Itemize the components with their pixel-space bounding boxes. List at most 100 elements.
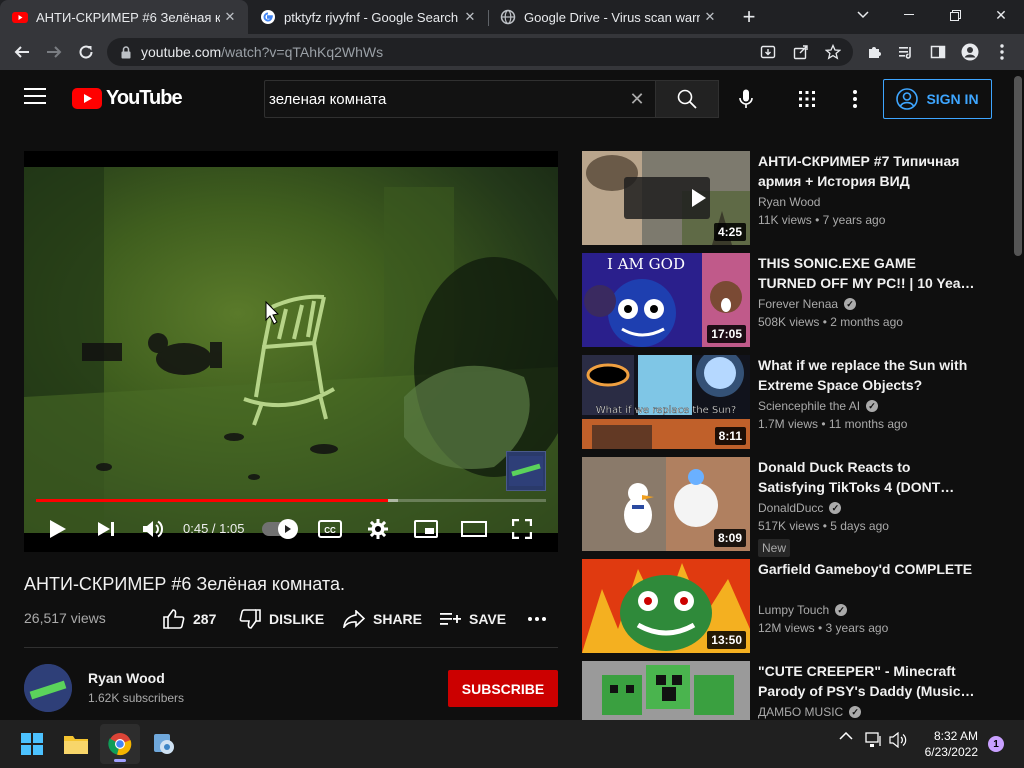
channel-watermark-logo[interactable] [506, 451, 546, 491]
miniplayer-icon[interactable] [412, 515, 440, 543]
next-video-icon[interactable] [92, 515, 120, 543]
forward-arrow-icon[interactable] [42, 40, 66, 64]
recommendation-channel[interactable]: DonaldDucc ✓ [758, 501, 842, 515]
sign-in-button[interactable]: SIGN IN [883, 79, 992, 119]
channel-name[interactable]: Ryan Wood [88, 670, 165, 686]
speaker-volume-icon[interactable] [888, 732, 908, 748]
video-thumbnail[interactable] [582, 661, 750, 720]
recommendation-channel[interactable]: Ryan Wood [758, 195, 820, 209]
player-controls: 0:45 / 1:05 CC [24, 511, 558, 547]
windows-taskbar: 8:32 AM 6/23/2022 1 [0, 720, 1024, 768]
video-thumbnail[interactable]: What if we replace the Sun? 8:11 [582, 355, 750, 449]
channel-avatar[interactable] [24, 664, 72, 712]
new-tab-button[interactable]: + [737, 4, 761, 29]
volume-icon[interactable] [139, 515, 167, 543]
video-thumbnail[interactable]: I AM GOD 17:05 [582, 253, 750, 347]
restore-window-button[interactable] [932, 0, 978, 30]
side-panel-icon[interactable] [926, 40, 950, 64]
recommendation-channel[interactable]: ДАМБО MUSIC ✓ [758, 705, 862, 719]
theater-mode-icon[interactable] [460, 515, 488, 543]
channel-name: Sciencephile the AI [758, 399, 861, 413]
video-progress-bar[interactable] [36, 499, 546, 502]
share-button[interactable]: SHARE [343, 608, 422, 630]
recommendation-item[interactable]: I AM GOD 17:05 THIS SONIC.EXE GAME TURNE… [582, 253, 1002, 347]
video-player[interactable]: 0:45 / 1:05 CC [24, 151, 558, 552]
browser-tab-strip: АНТИ-СКРИМЕР #6 Зелёная ко ✕ ptktyfz rjv… [0, 0, 1024, 34]
page-scrollbar[interactable] [1012, 70, 1024, 720]
recommendation-item[interactable]: 13:50 Garfield Gameboy'd COMPLETE Lumpy … [582, 559, 1002, 653]
lock-icon[interactable] [111, 45, 141, 59]
clock-date: 6/23/2022 [924, 745, 978, 759]
control-panel-icon[interactable] [144, 724, 184, 764]
recommendation-title[interactable]: THIS SONIC.EXE GAME TURNED OFF MY PC!! |… [758, 253, 978, 293]
youtube-logo[interactable]: YouTube [72, 86, 183, 110]
reload-icon[interactable] [74, 40, 98, 64]
dislike-button[interactable]: DISLIKE [239, 608, 324, 630]
recommendation-item[interactable]: What if we replace the Sun? 8:11 What if… [582, 355, 1002, 449]
windows-start-icon[interactable] [12, 724, 52, 764]
settings-kebab-icon[interactable] [843, 87, 867, 111]
autoplay-toggle[interactable] [262, 519, 298, 539]
network-icon[interactable] [864, 732, 884, 748]
recommendation-title[interactable]: Garfield Gameboy'd COMPLETE [758, 559, 978, 579]
video-thumbnail[interactable]: 4:25 [582, 151, 750, 245]
close-tab-icon[interactable]: ✕ [220, 7, 240, 27]
chrome-taskbar-icon[interactable] [100, 724, 140, 764]
hamburger-menu-icon[interactable] [24, 88, 46, 106]
notification-badge[interactable]: 1 [988, 736, 1004, 752]
share-page-icon[interactable] [789, 40, 813, 64]
tab-search-chevron-icon[interactable] [840, 0, 886, 30]
recommendation-item[interactable]: 4:25 АНТИ-СКРИМЕР #7 Типичная армия + Ис… [582, 151, 1002, 245]
browser-menu-kebab-icon[interactable] [990, 40, 1014, 64]
recommendation-title[interactable]: What if we replace the Sun with Extreme … [758, 355, 978, 395]
file-explorer-icon[interactable] [56, 724, 96, 764]
show-hidden-icons-chevron-icon[interactable] [836, 732, 856, 740]
tab-google-drive[interactable]: Google Drive - Virus scan warnin ✕ [488, 0, 728, 34]
minimize-window-button[interactable] [886, 0, 932, 30]
recommendation-channel[interactable]: Sciencephile the AI ✓ [758, 399, 879, 413]
settings-gear-icon[interactable] [364, 515, 392, 543]
recommendation-title[interactable]: "CUTE CREEPER" - Minecraft Parody of PSY… [758, 661, 978, 701]
video-frame[interactable] [24, 167, 558, 533]
voice-search-microphone-icon[interactable] [734, 87, 758, 111]
close-tab-icon[interactable]: ✕ [700, 7, 720, 27]
media-queue-icon[interactable] [894, 40, 918, 64]
youtube-masthead: YouTube ✕ SIGN IN [0, 70, 1012, 126]
bookmark-star-icon[interactable] [821, 40, 845, 64]
tab-youtube[interactable]: АНТИ-СКРИМЕР #6 Зелёная ко ✕ [0, 0, 248, 34]
close-window-button[interactable]: ✕ [978, 0, 1024, 30]
video-title: АНТИ-СКРИМЕР #6 Зелёная комната. [24, 574, 345, 594]
video-thumbnail[interactable]: 8:09 [582, 457, 750, 551]
play-icon[interactable] [44, 515, 72, 543]
recommendation-title[interactable]: АНТИ-СКРИМЕР #7 Типичная армия + История… [758, 151, 978, 191]
install-app-icon[interactable] [756, 40, 780, 64]
recommendation-title[interactable]: Donald Duck Reacts to Satisfying TikToks… [758, 457, 978, 497]
back-arrow-icon[interactable] [10, 40, 34, 64]
video-duration: 8:09 [713, 529, 746, 547]
search-input[interactable] [269, 90, 609, 108]
extensions-puzzle-icon[interactable] [862, 40, 886, 64]
fullscreen-icon[interactable] [508, 515, 536, 543]
subscribe-button[interactable]: SUBSCRIBE [448, 670, 558, 707]
scrollbar-thumb[interactable] [1014, 76, 1022, 256]
profile-avatar-icon[interactable] [958, 40, 982, 64]
new-badge: New [758, 539, 791, 557]
like-button[interactable]: 287 [163, 608, 216, 630]
thumbs-down-icon [239, 609, 261, 629]
taskbar-clock[interactable]: 8:32 AM 6/23/2022 [918, 728, 978, 760]
recommendation-channel[interactable]: Lumpy Touch ✓ [758, 603, 848, 617]
recommendation-item[interactable]: "CUTE CREEPER" - Minecraft Parody of PSY… [582, 661, 1002, 720]
close-tab-icon[interactable]: ✕ [460, 7, 480, 27]
address-bar[interactable]: youtube.com/watch?v=qTAhKq2WhWs [107, 38, 853, 66]
apps-grid-icon[interactable] [795, 87, 819, 111]
recommendation-channel[interactable]: Forever Nenaa ✓ [758, 297, 857, 311]
url-path: /watch?v=qTAhKq2WhWs [221, 44, 384, 60]
search-button[interactable] [655, 80, 719, 118]
video-thumbnail[interactable]: 13:50 [582, 559, 750, 653]
closed-captions-icon[interactable]: CC [316, 515, 344, 543]
more-actions-icon[interactable] [528, 608, 546, 630]
recommendation-item[interactable]: 8:09 Donald Duck Reacts to Satisfying Ti… [582, 457, 1002, 557]
save-button[interactable]: SAVE [439, 608, 506, 630]
tab-google-search[interactable]: ptktyfz rjvyfnf - Google Search ✕ [248, 0, 488, 34]
clear-search-icon[interactable]: ✕ [627, 89, 647, 109]
